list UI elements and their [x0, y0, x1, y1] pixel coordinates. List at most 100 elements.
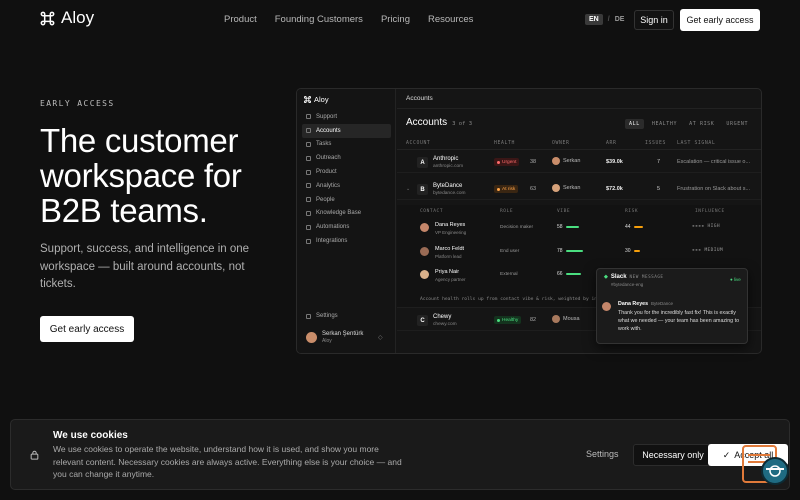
lang-de[interactable]: DE	[615, 16, 625, 23]
sidebar-item-knowledge-base[interactable]: Knowledge Base	[302, 207, 391, 221]
top-nav: Aloy Product Founding Customers Pricing …	[0, 0, 800, 38]
sidebar-item-label: Integrations	[316, 238, 348, 245]
column-header[interactable]: HEALTH	[494, 141, 515, 146]
nav-link-founding-customers[interactable]: Founding Customers	[275, 14, 363, 25]
chat-widget-icon[interactable]	[742, 444, 790, 488]
sidebar-item-settings[interactable]: Settings	[306, 313, 338, 319]
filter-all[interactable]: ALL	[625, 119, 644, 129]
sidebar-item-people[interactable]: People	[302, 193, 391, 207]
table-header: ACCOUNT HEALTH OWNER ARR ISSUES LAST SIG…	[397, 140, 761, 150]
slack-notification[interactable]: ◆ Slack NEW MESSAGE #bytedance-eng ● liv…	[596, 268, 748, 344]
live-indicator: ● live	[730, 277, 741, 282]
hero-subtitle: Support, success, and intelligence in on…	[40, 243, 250, 290]
contact-name: Dana Reyes	[435, 222, 466, 228]
sidebar-item-tasks[interactable]: Tasks	[302, 138, 391, 152]
brand-logo[interactable]: Aloy	[40, 8, 94, 28]
nav-link-pricing[interactable]: Pricing	[381, 14, 410, 25]
risk-score: 30	[625, 248, 640, 254]
health-score: 82	[530, 317, 537, 323]
sidebar-item-label: Support	[316, 113, 338, 120]
chevron-down-icon[interactable]: ⌄	[406, 186, 410, 192]
account-domain: bytedance.com	[433, 191, 466, 196]
sidebar-item-label: People	[316, 196, 335, 203]
health-score: 63	[530, 186, 537, 192]
status-badge: Urgent	[494, 158, 520, 166]
issues-count: 7	[657, 159, 661, 165]
contact-role: End user	[500, 249, 520, 254]
vibe-value: 58	[557, 224, 563, 230]
user-name: Serkan Şentürk	[322, 331, 364, 337]
account-name: ByteDance	[433, 183, 463, 189]
avatar	[602, 302, 611, 311]
risk-score: 44	[625, 224, 643, 230]
status-badge: Healthy	[494, 316, 522, 324]
notification-header: ◆ Slack NEW MESSAGE	[604, 274, 664, 280]
cookie-title: We use cookies	[53, 430, 128, 441]
column-header: RISK	[625, 209, 639, 214]
command-icon	[40, 11, 55, 25]
owner: Mousa	[552, 315, 580, 323]
avatar	[306, 332, 317, 343]
status-badge-label: Urgent	[502, 159, 517, 165]
cookie-settings-link[interactable]: Settings	[586, 449, 619, 459]
account-domain: chewy.com	[433, 322, 457, 327]
contact-row[interactable]: Marco Feldt Platform lead End user 78 30…	[397, 241, 761, 263]
influence: ▪▪▪ MEDIUM	[692, 248, 724, 253]
risk-bar	[633, 226, 643, 228]
column-header[interactable]: ARR	[606, 141, 616, 146]
people-icon	[306, 197, 311, 203]
sidebar-item-automations[interactable]: Automations	[302, 220, 391, 234]
owner: Serkan	[552, 157, 580, 165]
column-header[interactable]: OWNER	[552, 141, 569, 146]
breadcrumb: Accounts	[406, 95, 433, 102]
cookie-description: We use cookies to operate the website, u…	[53, 444, 402, 479]
accounts-icon	[306, 128, 311, 134]
contacts-footnote: Account health rolls up from contact vib…	[420, 297, 606, 302]
sidebar-item-support[interactable]: Support	[302, 110, 391, 124]
owner-name: Mousa	[563, 316, 580, 322]
chevron-updown-icon: ◇	[378, 335, 383, 341]
sidebar-item-label: Automations	[316, 224, 350, 231]
health-score: 38	[530, 159, 537, 165]
filter-healthy[interactable]: HEALTHY	[648, 119, 681, 129]
sidebar-item-analytics[interactable]: Analytics	[302, 179, 391, 193]
sidebar-item-product[interactable]: Product	[302, 165, 391, 179]
command-icon	[304, 96, 311, 103]
table-row[interactable]: ⌄ B ByteDance bytedance.com At risk 63 S…	[397, 178, 761, 200]
account-logo: C	[417, 315, 428, 326]
account-name: Anthropic	[433, 156, 459, 162]
user-menu[interactable]: Serkan Şentürk Aloy ◇	[306, 331, 383, 344]
notification-tag: NEW MESSAGE	[629, 274, 664, 280]
last-signal: Frustration on Slack about s...	[677, 186, 751, 192]
avatar	[420, 270, 429, 279]
contact-row[interactable]: Dana Reyes VP Engineering Decision maker…	[397, 217, 761, 239]
status-badge-label: At risk	[502, 186, 516, 192]
sidebar-item-outreach[interactable]: Outreach	[302, 151, 391, 165]
table-row[interactable]: A Anthropic anthropic.com Urgent 38 Serk…	[397, 151, 761, 173]
necessary-only-button[interactable]: Necessary only	[633, 444, 713, 466]
vibe-bar	[565, 226, 579, 228]
column-header[interactable]: ISSUES	[645, 141, 666, 146]
sidebar-item-integrations[interactable]: Integrations	[302, 234, 391, 248]
hero-get-early-access-button[interactable]: Get early access	[40, 316, 134, 342]
nav-link-resources[interactable]: Resources	[428, 14, 473, 25]
filter-at-risk[interactable]: AT RISK	[685, 119, 718, 129]
risk-value: 30	[625, 248, 631, 254]
account-name: Chewy	[433, 314, 452, 320]
outreach-icon	[306, 155, 311, 161]
product-icon	[306, 169, 311, 175]
nav-get-early-access-button[interactable]: Get early access	[680, 9, 760, 31]
nav-link-product[interactable]: Product	[224, 14, 257, 25]
column-header[interactable]: LAST SIGNAL	[677, 141, 715, 146]
arr-value: $39.0k	[606, 159, 623, 165]
column-header[interactable]: ACCOUNT	[406, 141, 430, 146]
filter-urgent[interactable]: URGENT	[722, 119, 752, 129]
language-switcher: EN / DE	[585, 14, 624, 25]
sign-in-button[interactable]: Sign in	[634, 10, 674, 30]
slack-icon: ◆	[604, 274, 608, 280]
sidebar-item-accounts[interactable]: Accounts	[302, 123, 391, 138]
cookie-banner: We use cookies We use cookies to operate…	[10, 419, 790, 490]
column-header: CONTACT	[420, 209, 444, 214]
lang-en[interactable]: EN	[585, 14, 603, 25]
column-header: VIBE	[557, 209, 571, 214]
